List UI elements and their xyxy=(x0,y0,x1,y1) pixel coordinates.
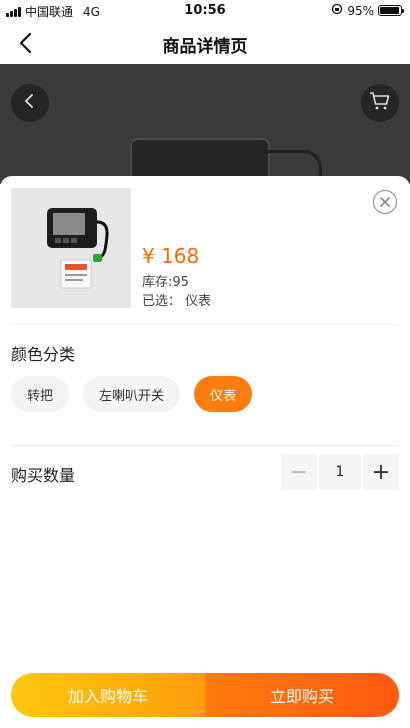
orientation-lock-icon xyxy=(331,3,343,18)
close-icon xyxy=(379,193,391,212)
spec-option-zhuanba[interactable]: 转把 xyxy=(11,376,70,412)
quantity-increase-button[interactable]: + xyxy=(363,454,399,490)
action-bar: 加入购物车 立即购买 xyxy=(11,673,399,717)
product-stock: 库存:95 xyxy=(142,275,189,290)
buy-now-button[interactable]: 立即购买 xyxy=(205,673,399,717)
quantity-title: 购买数量 xyxy=(11,466,76,485)
status-bar: 中国联通 4G 10:56 95% xyxy=(0,0,410,22)
quantity-stepper: − 1 + xyxy=(281,454,399,490)
selected-value: 仪表 xyxy=(185,294,212,309)
cart-icon xyxy=(369,91,391,115)
status-right: 95% xyxy=(331,3,404,18)
nav-bar: 商品详情页 xyxy=(0,22,410,64)
spec-option-meter[interactable]: 仪表 xyxy=(194,376,253,412)
add-to-cart-button[interactable]: 加入购物车 xyxy=(11,673,205,717)
selected-label: 已选： xyxy=(142,294,182,309)
spec-option-horn-switch[interactable]: 左喇叭开关 xyxy=(83,376,181,412)
battery-icon xyxy=(378,5,404,16)
sku-sheet: ¥ 168 库存:95 已选： 仪表 颜色分类 转把 左喇叭开关 仪表 购买数量 … xyxy=(0,176,410,728)
quantity-value[interactable]: 1 xyxy=(319,454,361,490)
cart-button[interactable] xyxy=(361,84,399,122)
chevron-left-icon xyxy=(22,93,38,113)
product-thumbnail xyxy=(11,188,131,308)
selected-spec: 已选： 仪表 xyxy=(142,290,211,309)
divider xyxy=(11,324,399,325)
page-title: 商品详情页 xyxy=(162,37,248,57)
close-button[interactable] xyxy=(373,190,397,214)
spec-title: 颜色分类 xyxy=(11,345,76,364)
divider xyxy=(11,445,399,446)
gallery-prev-button[interactable] xyxy=(11,84,49,122)
product-price: ¥ 168 xyxy=(142,244,200,268)
quantity-decrease-button[interactable]: − xyxy=(281,454,317,490)
product-image-backdrop xyxy=(0,64,410,184)
battery-percent: 95% xyxy=(347,3,374,18)
spec-options: 转把 左喇叭开关 仪表 xyxy=(11,376,253,412)
